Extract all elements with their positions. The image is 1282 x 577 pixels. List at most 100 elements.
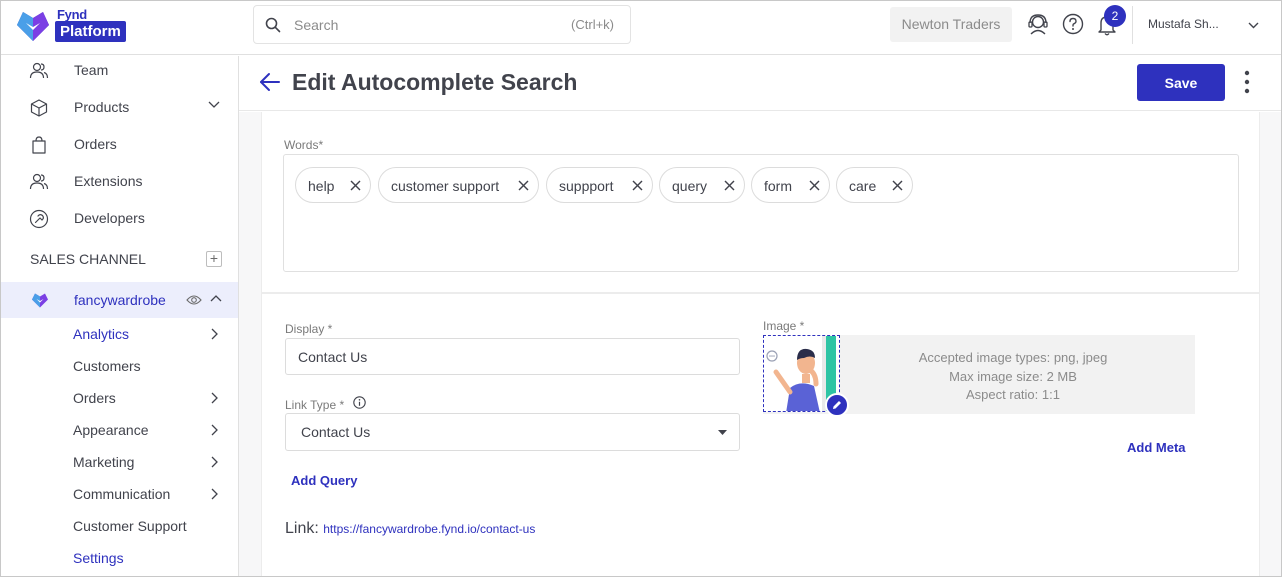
chip-label: customer support	[391, 178, 500, 194]
shopping-bag-icon	[32, 136, 46, 154]
link-url[interactable]: https://fancywardrobe.fynd.io/contact-us	[323, 522, 535, 536]
add-sales-channel-button[interactable]: +	[206, 251, 222, 267]
close-icon[interactable]	[809, 180, 820, 191]
image-upload-area[interactable]: Accepted image types: png, jpeg Max imag…	[763, 335, 1195, 417]
word-chip: suppport	[546, 167, 653, 203]
page-title: Edit Autocomplete Search	[292, 69, 578, 95]
image-max-size: Max image size: 2 MB	[949, 369, 1077, 384]
app-window: Fynd Platform (Ctrl+k) Newton Traders	[0, 0, 1282, 577]
info-icon[interactable]	[353, 396, 366, 409]
image-label: Image *	[763, 319, 805, 333]
sidebar-item-products[interactable]: Products	[1, 90, 238, 126]
sidebar-subitem-label: Analytics	[73, 326, 130, 342]
sidebar-subitem-settings[interactable]: Settings	[1, 544, 238, 572]
chip-label: query	[672, 178, 708, 194]
chevron-right-icon	[211, 424, 218, 436]
sidebar-subitem-customers[interactable]: Customers	[1, 352, 238, 380]
user-name[interactable]: Mustafa Sh...	[1148, 17, 1219, 31]
link-prefix: Link:	[285, 520, 319, 537]
user-menu-toggle[interactable]	[1239, 11, 1267, 39]
sidebar-item-orders[interactable]: Orders	[1, 127, 238, 163]
search-input[interactable]	[294, 15, 514, 35]
close-icon[interactable]	[350, 180, 361, 191]
sidebar-subitem-marketing[interactable]: Marketing	[1, 448, 238, 476]
chevron-up-icon[interactable]	[210, 294, 222, 302]
display-label: Display *	[285, 322, 333, 336]
extensions-icon	[29, 173, 49, 190]
image-accepted-types: Accepted image types: png, jpeg	[918, 350, 1108, 365]
word-chip: form	[751, 167, 830, 203]
words-input[interactable]: help customer support suppport query for…	[283, 154, 1239, 272]
word-chip: care	[836, 167, 913, 203]
fynd-platform-logo[interactable]: Fynd Platform	[15, 6, 145, 46]
sidebar-item-label: Products	[74, 99, 130, 115]
help-icon[interactable]	[1062, 13, 1084, 35]
back-arrow-icon[interactable]	[259, 71, 281, 93]
sidebar-subitem-label: Customer Support	[73, 518, 187, 534]
link-type-value: Contact Us	[301, 424, 371, 440]
sidebar-item-extensions[interactable]: Extensions	[1, 164, 238, 200]
chevron-right-icon	[211, 488, 218, 500]
save-button[interactable]: Save	[1137, 64, 1225, 101]
words-card: Words* help customer support suppport qu…	[261, 112, 1260, 293]
sidebar-item-developers[interactable]: Developers	[1, 201, 238, 237]
suggestion-card: Display * Link Type * Contact Us Add Que…	[261, 293, 1260, 576]
notification-badge: 2	[1104, 5, 1126, 27]
sidebar-subitem-analytics[interactable]: Analytics	[1, 320, 238, 348]
sidebar-subitem-orders[interactable]: Orders	[1, 384, 238, 412]
chip-label: form	[764, 178, 792, 194]
sidebar-item-label: Orders	[74, 136, 117, 152]
close-icon[interactable]	[518, 180, 529, 191]
sidebar-subitem-label: Communication	[73, 486, 171, 502]
sidebar-subitem-customer-support[interactable]: Customer Support	[1, 512, 238, 540]
sidebar-subitem-label: Customers	[73, 358, 141, 374]
display-field[interactable]	[285, 338, 740, 375]
chip-label: care	[849, 178, 877, 194]
sidebar-channel-fancywardrobe[interactable]: fancywardrobe	[1, 282, 238, 318]
sidebar-subitem-communication[interactable]: Communication	[1, 480, 238, 508]
sidebar-subitem-label: Settings	[73, 550, 124, 566]
page-header: Edit Autocomplete Search Save	[239, 56, 1281, 111]
global-search[interactable]: (Ctrl+k)	[253, 5, 631, 44]
close-icon[interactable]	[892, 180, 903, 191]
add-meta-button[interactable]: Add Meta	[1127, 440, 1186, 455]
search-icon	[265, 17, 281, 33]
link-row: Link: https://fancywardrobe.fynd.io/cont…	[285, 520, 535, 538]
sales-channel-heading: SALES CHANNEL	[30, 251, 146, 267]
image-aspect-ratio: Aspect ratio: 1:1	[966, 387, 1060, 402]
words-label: Words*	[284, 138, 324, 152]
eye-icon[interactable]	[186, 294, 202, 306]
edit-image-button[interactable]	[825, 393, 849, 417]
team-icon	[29, 62, 49, 79]
close-icon[interactable]	[632, 180, 643, 191]
more-options-icon[interactable]	[1239, 68, 1255, 96]
sidebar: Team Products Orders Extensions Develope…	[1, 53, 239, 576]
pencil-icon	[833, 401, 841, 409]
sidebar-subitem-label: Appearance	[73, 422, 149, 438]
sidebar-item-team[interactable]: Team	[1, 53, 238, 89]
sidebar-item-label: Team	[74, 62, 109, 78]
word-chip: help	[295, 167, 371, 203]
chip-label: suppport	[559, 178, 614, 194]
chevron-down-icon	[208, 101, 220, 108]
link-type-label: Link Type *	[285, 398, 345, 412]
products-icon	[30, 99, 48, 117]
sidebar-subitem-appearance[interactable]: Appearance	[1, 416, 238, 444]
logo-wordmark-box: Platform	[55, 21, 126, 42]
developers-icon	[29, 209, 49, 229]
sidebar-subitem-label: Orders	[73, 390, 116, 406]
main-content: Words* help customer support suppport qu…	[239, 112, 1281, 576]
topbar-divider	[1132, 6, 1133, 44]
add-query-button[interactable]: Add Query	[291, 473, 357, 488]
display-input[interactable]	[298, 348, 678, 366]
company-selector[interactable]: Newton Traders	[890, 7, 1012, 42]
chevron-right-icon	[211, 392, 218, 404]
search-shortcut-hint: (Ctrl+k)	[571, 17, 614, 32]
fynd-logo-icon	[17, 12, 49, 41]
support-agent-icon[interactable]	[1027, 13, 1049, 35]
logo-wordmark-top: Fynd	[57, 7, 87, 22]
close-icon[interactable]	[724, 180, 735, 191]
word-chip: customer support	[378, 167, 539, 203]
sidebar-item-label: Developers	[74, 210, 145, 226]
link-type-select[interactable]: Contact Us	[285, 413, 740, 451]
